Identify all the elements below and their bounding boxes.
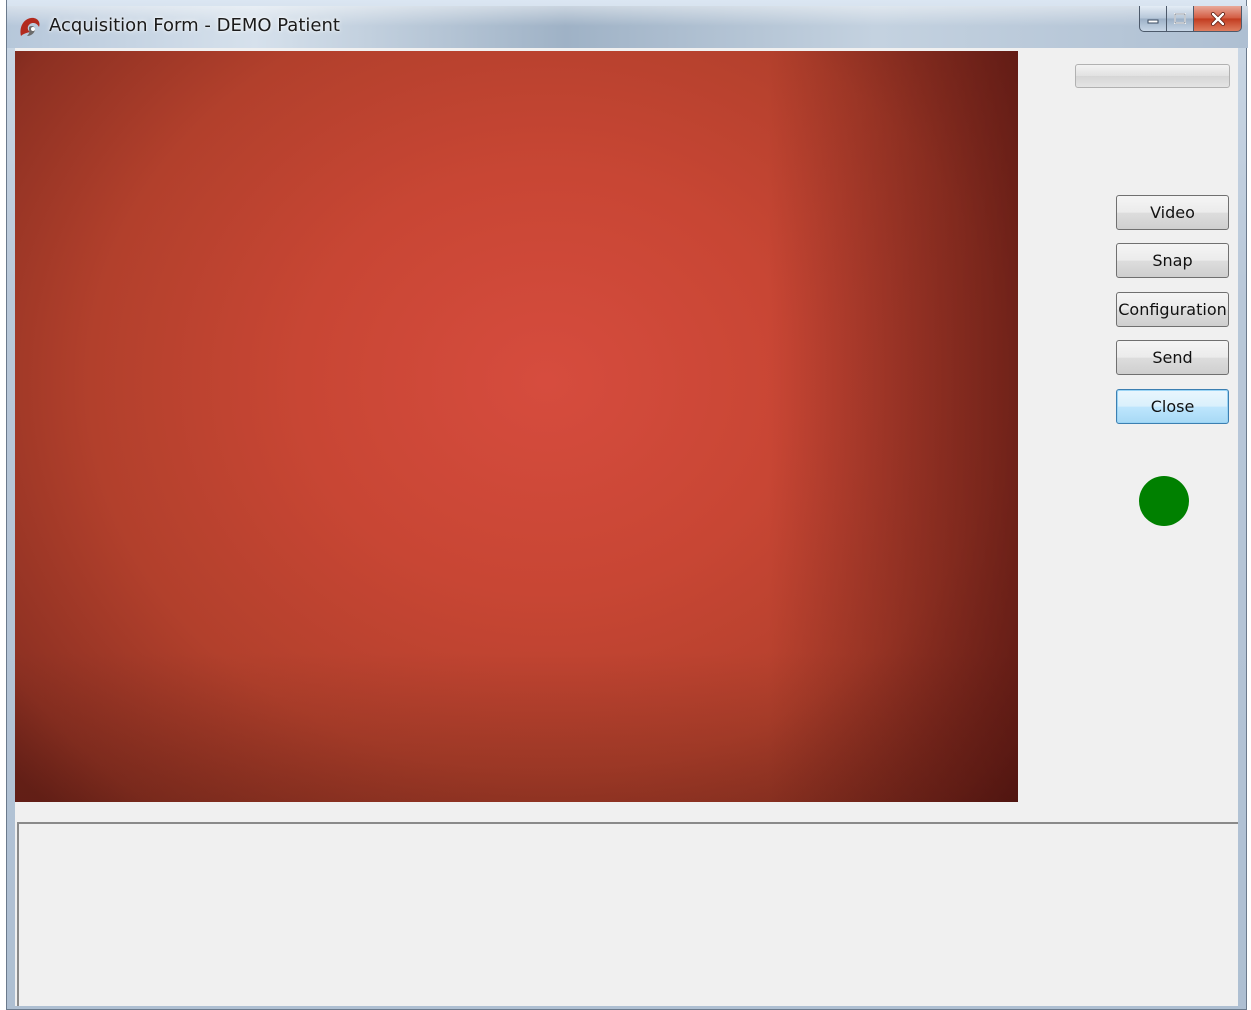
video-button[interactable]: Video — [1116, 195, 1229, 230]
close-icon — [1210, 11, 1225, 26]
video-preview[interactable] — [15, 51, 1018, 802]
snap-button[interactable]: Snap — [1116, 243, 1229, 278]
progress-bar — [1075, 64, 1230, 88]
status-indicator — [1139, 476, 1189, 526]
log-panel[interactable] — [17, 822, 1238, 1006]
send-button[interactable]: Send — [1116, 340, 1229, 375]
close-button[interactable]: Close — [1116, 389, 1229, 424]
maximize-button[interactable] — [1167, 6, 1194, 32]
app-logo-icon — [20, 17, 40, 36]
caption-buttons — [1139, 6, 1242, 34]
configuration-button[interactable]: Configuration — [1116, 292, 1229, 327]
window-title: Acquisition Form - DEMO Patient — [49, 15, 340, 36]
title-bar[interactable]: Acquisition Form - DEMO Patient — [7, 6, 1248, 48]
maximize-icon — [1174, 12, 1186, 24]
client-area: Video Snap Configuration Send Close — [15, 48, 1238, 1006]
acquisition-window: Acquisition Form - DEMO Patient Video Sn… — [6, 0, 1248, 1010]
close-window-button[interactable] — [1194, 6, 1242, 32]
minimize-button[interactable] — [1139, 6, 1167, 32]
minimize-icon — [1147, 19, 1159, 23]
